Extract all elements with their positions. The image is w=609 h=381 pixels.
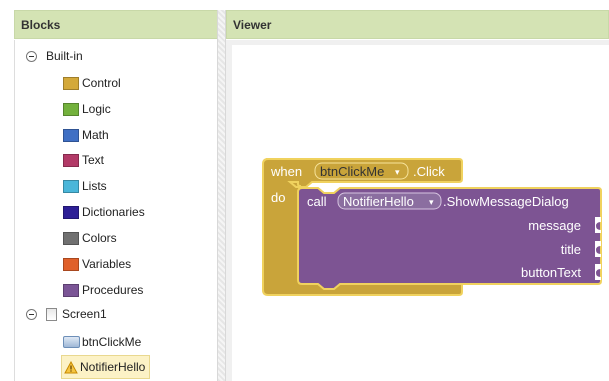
tree-item-dictionaries[interactable]: Dictionaries [63,200,145,224]
dropdown-arrow-icon: ▾ [395,168,400,178]
tree-item-math[interactable]: Math [63,123,109,147]
tree-item-variables[interactable]: Variables [63,252,131,276]
tree-item-label: Text [82,153,105,167]
procedures-color-icon [63,283,79,297]
blocks-tree: Built-in Control Logic Math Text Lists D… [14,40,218,381]
control-color-icon [63,76,79,90]
tree-item-label: Logic [82,102,111,116]
tree-item-lists[interactable]: Lists [63,174,107,198]
tree-item-label: Colors [82,231,117,245]
variables-color-icon [63,257,79,271]
event-do-keyword: do [271,190,285,205]
tree-item-label: btnClickMe [82,335,142,349]
tree-item-logic[interactable]: Logic [63,97,111,121]
dropdown-arrow-icon: ▾ [429,198,434,208]
param-message-label: message [528,218,581,233]
tree-item-label: Procedures [82,283,144,297]
tree-item-label: Control [82,76,121,90]
param-buttontext-label: buttonText [521,265,581,280]
viewer-panel: when btnClickMe ▾ .Click do call Notifie… [226,40,609,381]
text-color-icon [63,153,79,167]
tree-node-label: Built-in [46,49,83,63]
event-name-label: .Click [413,164,445,179]
tree-item-control[interactable]: Control [63,71,121,95]
collapse-toggle-icon[interactable] [26,308,37,320]
call-block-showmessagedialog[interactable]: call NotifierHello ▾ .ShowMessageDialog … [297,187,602,290]
tree-item-label: Lists [82,179,107,193]
tree-item-label: Math [82,128,109,142]
screen-icon [46,307,57,321]
tree-item-notifierhello[interactable]: NotifierHello [61,355,150,379]
blocks-workspace[interactable]: when btnClickMe ▾ .Click do call Notifie… [232,45,609,381]
dictionaries-color-icon [63,205,79,219]
call-keyword: call [307,194,327,209]
blocks-panel-header: Blocks [14,10,219,39]
tree-item-btnclickme[interactable]: btnClickMe [63,330,141,354]
button-icon [63,336,80,348]
warning-icon [64,360,78,373]
tree-node-builtin[interactable]: Built-in [26,44,83,68]
tree-item-text[interactable]: Text [63,148,104,172]
call-method-label: .ShowMessageDialog [443,194,569,209]
panel-splitter[interactable] [217,10,226,381]
tree-item-label: Variables [82,257,132,271]
collapse-toggle-icon[interactable] [26,50,37,62]
tree-node-screen1[interactable]: Screen1 [26,302,107,326]
param-title-label: title [561,242,581,257]
blocks-canvas: when btnClickMe ▾ .Click do call Notifie… [262,158,602,296]
viewer-panel-header: Viewer [226,10,609,39]
colors-color-icon [63,231,79,245]
event-when-keyword: when [270,164,302,179]
tree-item-label: NotifierHello [80,360,146,374]
logic-color-icon [63,102,79,116]
tree-item-procedures[interactable]: Procedures [63,278,143,302]
tree-item-colors[interactable]: Colors [63,226,117,250]
event-component-label: btnClickMe [320,164,384,179]
call-component-label: NotifierHello [343,194,414,209]
math-color-icon [63,128,79,142]
tree-node-label: Screen1 [62,307,107,321]
lists-color-icon [63,179,79,193]
tree-item-label: Dictionaries [82,205,145,219]
